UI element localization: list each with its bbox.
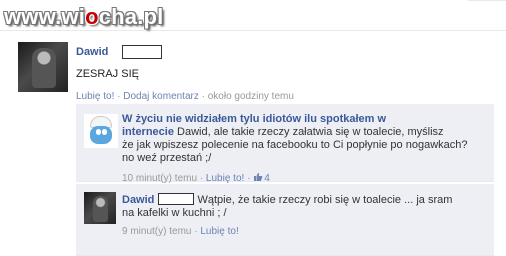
meta-separator: ·: [198, 91, 208, 102]
comment-item: W życiu nie widziałem tylu idiotów ilu s…: [76, 104, 494, 184]
commenter-name[interactable]: Dawid: [122, 194, 154, 206]
avatar-figure: [32, 48, 56, 88]
redacted-name-box: [122, 45, 162, 59]
post-author-avatar[interactable]: [18, 42, 68, 92]
comment-body: W życiu nie widziałem tylu idiotów ilu s…: [122, 113, 490, 165]
comment-item: Dawid Wątpie, że takie rzeczy robi się w…: [76, 184, 494, 256]
meta-separator: ·: [197, 173, 206, 184]
post-author-name[interactable]: Dawid: [76, 46, 108, 58]
watermark-prefix: www.wi: [4, 4, 86, 29]
comments-section: W życiu nie widziałem tylu idiotów ilu s…: [76, 104, 494, 256]
comment-timestamp: 9 minut(y) temu: [122, 226, 192, 237]
comment-timestamp: 10 minut(y) temu: [122, 173, 198, 184]
comment-likes-count[interactable]: 4: [264, 173, 270, 184]
commenter-group-name-cont[interactable]: internecie: [122, 126, 174, 138]
comment-like-link[interactable]: Lubię to!: [200, 226, 238, 237]
comment-meta: 9 minut(y) temu · Lubię to!: [122, 226, 239, 237]
comment-body: Dawid Wątpie, że takie rzeczy robi się w…: [122, 193, 490, 220]
thumbs-up-icon[interactable]: [253, 172, 263, 182]
watermark-o: o: [85, 4, 99, 29]
post-like-link[interactable]: Lubię to!: [76, 91, 114, 102]
commenter-avatar[interactable]: [84, 192, 116, 224]
meta-separator: ·: [114, 91, 124, 102]
comment-text: na kafelki w kuchni ; /: [122, 207, 227, 219]
watermark-suffix: cha.pl: [98, 4, 164, 29]
watermark-logo: www.wiocha.pl: [4, 4, 163, 30]
comment-text: Dawid, ale takie rzeczy załatwia się w t…: [173, 126, 444, 138]
post-text: ZESRAJ SIĘ: [76, 68, 139, 80]
post-add-comment-link[interactable]: Dodaj komentarz: [123, 91, 199, 102]
top-right-divider: [468, 0, 506, 1]
meta-separator: ·: [244, 173, 254, 184]
comment-text: Wątpie, że takie rzeczy robi się w toale…: [197, 194, 453, 206]
smurf-eye: [96, 129, 101, 135]
comment-meta: 10 minut(y) temu · Lubię to! · 4: [122, 172, 270, 184]
comment-text: że jak wpiszesz polecenie na facebooku t…: [122, 139, 468, 151]
post-timestamp: około godziny temu: [207, 91, 294, 102]
avatar-figure: [93, 196, 108, 222]
top-divider: [0, 30, 506, 31]
commenter-group-name[interactable]: W życiu nie widziałem tylu idiotów ilu s…: [122, 113, 386, 125]
smurf-face: [90, 126, 112, 144]
post-meta: Lubię to! · Dodaj komentarz · około godz…: [76, 91, 294, 102]
comment-like-link[interactable]: Lubię to!: [206, 173, 244, 184]
redacted-name-box: [158, 193, 195, 205]
commenter-avatar[interactable]: [84, 114, 118, 148]
comment-text: no weź przestań ;/: [122, 152, 212, 164]
smurf-eye: [102, 129, 107, 135]
